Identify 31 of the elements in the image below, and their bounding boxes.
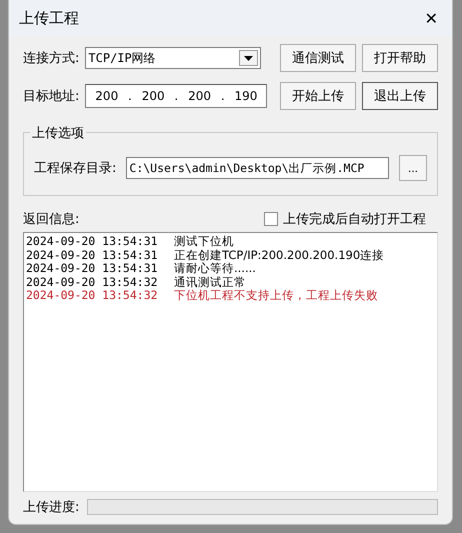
log-time: 2024-09-20 13:54:32 [26, 289, 159, 302]
auto-open-label: 上传完成后自动打开工程 [283, 211, 426, 228]
log-time: 2024-09-20 13:54:31 [26, 235, 159, 248]
connection-label: 连接方式: [23, 50, 80, 67]
action-button[interactable]: 退出上传 [362, 82, 438, 110]
log-message: 下位机工程不支持上传，工程上传失败 [174, 289, 378, 302]
log-label: 返回信息: [23, 211, 80, 228]
action-button[interactable]: 打开帮助 [362, 44, 438, 72]
log-message: 测试下位机 [174, 235, 234, 248]
auto-open-checkbox[interactable] [264, 212, 278, 226]
ip-separator: . [128, 89, 132, 103]
save-path-field[interactable]: C:\Users\admin\Desktop\出厂示例.MCP [126, 157, 389, 179]
address-label: 目标地址: [23, 88, 80, 105]
log-message: 请耐心等待...... [174, 262, 256, 276]
group-title: 上传选项 [30, 124, 86, 142]
log-time: 2024-09-20 13:54:31 [26, 248, 159, 262]
browse-button[interactable]: ... [399, 155, 427, 181]
ip-separator: . [174, 89, 178, 103]
log-time: 2024-09-20 13:54:32 [26, 276, 159, 289]
log-message: 正在创建TCP/IP:200.200.200.190连接 [174, 248, 384, 262]
action-button[interactable]: 通信测试 [280, 44, 356, 72]
close-button[interactable]: ✕ [420, 8, 442, 28]
log-time: 2024-09-20 13:54:31 [26, 262, 159, 276]
save-directory-label: 工程保存目录: [34, 160, 116, 177]
ip-address-field[interactable]: 200 . 200 . 200 . 190 [85, 84, 268, 108]
log-message: 通讯测试正常 [174, 276, 246, 289]
progress-label: 上传进度: [23, 499, 80, 516]
connection-dropdown[interactable]: TCP/IP网络 [85, 47, 262, 69]
window-title: 上传工程 [19, 8, 79, 28]
ip-separator: . [220, 89, 225, 103]
action-button[interactable]: 开始上传 [280, 82, 356, 110]
